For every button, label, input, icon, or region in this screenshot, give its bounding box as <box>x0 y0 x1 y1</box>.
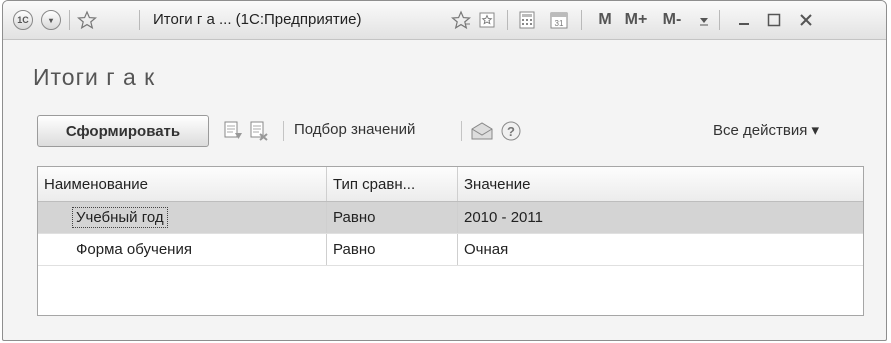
star-icon[interactable] <box>75 1 99 39</box>
column-header-compare[interactable]: Тип сравн... <box>326 167 457 201</box>
table-row[interactable]: Форма обучения Равно Очная <box>38 234 863 266</box>
column-header-name[interactable]: Наименование <box>38 167 326 201</box>
menu-dropdown-icon[interactable]: ▾ <box>39 1 63 39</box>
filters-table: Наименование Тип сравн... Значение Учебн… <box>37 166 864 316</box>
memory-m-minus-button[interactable]: M- <box>655 1 689 39</box>
app-window: 1С ▾ Итоги г а ... (1С:Предприятие) 31 M… <box>2 0 887 341</box>
title-bar: 1С ▾ Итоги г а ... (1С:Предприятие) 31 M… <box>3 1 886 40</box>
memory-m-button[interactable]: M <box>593 1 617 39</box>
add-to-favorites-icon[interactable] <box>449 1 473 39</box>
select-values-link[interactable]: Подбор значений <box>294 121 415 138</box>
1c-logo-icon[interactable]: 1С <box>11 1 35 39</box>
more-arrow-icon[interactable] <box>693 1 715 39</box>
close-icon[interactable] <box>793 1 819 39</box>
maximize-icon[interactable] <box>761 1 787 39</box>
table-header: Наименование Тип сравн... Значение <box>38 167 863 202</box>
table-row[interactable]: Учебный год Равно 2010 - 2011 <box>38 202 863 234</box>
generate-button[interactable]: Сформировать <box>37 115 209 147</box>
mail-icon[interactable] <box>469 119 495 143</box>
calculator-icon[interactable] <box>515 1 539 39</box>
row-compare-cell[interactable]: Равно <box>326 202 457 233</box>
row-name-cell[interactable]: Учебный год <box>72 207 168 228</box>
svg-text:?: ? <box>507 124 515 139</box>
window-title: Итоги г а ... (1С:Предприятие) <box>153 11 362 28</box>
form-title: Итоги г а к <box>33 64 156 90</box>
minimize-icon[interactable] <box>731 1 757 39</box>
add-selected-icon[interactable] <box>221 119 245 143</box>
row-name-cell[interactable]: Форма обучения <box>38 234 326 265</box>
column-header-value[interactable]: Значение <box>457 167 863 201</box>
calendar-icon[interactable]: 31 <box>547 1 571 39</box>
row-compare-cell[interactable]: Равно <box>326 234 457 265</box>
favorites-list-icon[interactable] <box>475 1 499 39</box>
help-icon[interactable]: ? <box>499 119 523 143</box>
remove-selected-icon[interactable] <box>247 119 271 143</box>
all-actions-menu[interactable]: Все действия ▾ <box>713 121 819 139</box>
row-value-cell[interactable]: Очная <box>457 234 863 265</box>
memory-m-plus-button[interactable]: M+ <box>619 1 653 39</box>
svg-text:31: 31 <box>555 19 564 28</box>
row-value-cell[interactable]: 2010 - 2011 <box>457 202 863 233</box>
